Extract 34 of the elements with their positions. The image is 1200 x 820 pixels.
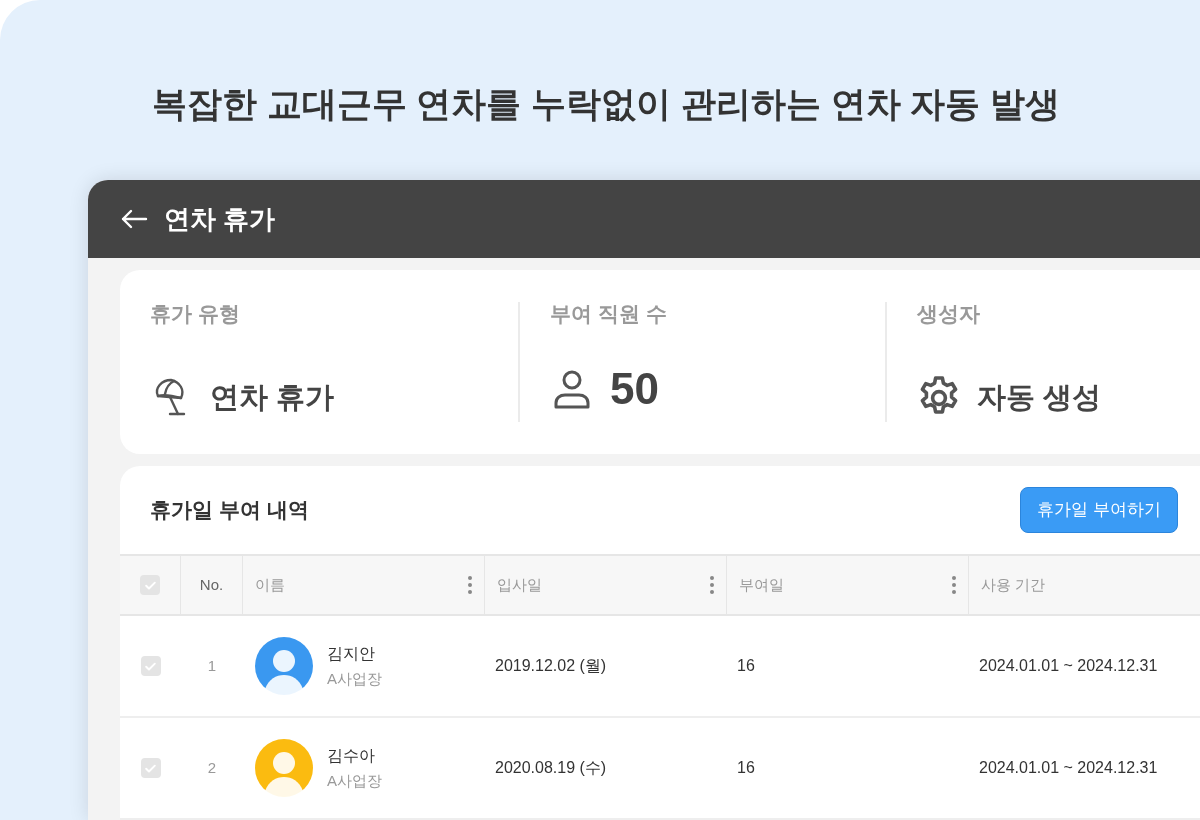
summary-label: 생성자 <box>917 301 981 327</box>
table-cell-text: 16 <box>736 758 756 778</box>
table-cell-text: 2019.12.02 (월) <box>494 656 608 676</box>
summary-label: 휴가 유형 <box>150 301 241 327</box>
table-cell-text: 2024.01.01 ~ 2024.12.31 <box>978 656 1159 676</box>
column-header: No. <box>199 574 224 595</box>
column-header: 이름 <box>255 574 285 595</box>
window-title: 연차 휴가 <box>164 202 276 236</box>
grant-leave-button[interactable]: 휴가일 부여하기 <box>1020 487 1178 533</box>
employee-name: 김지안 <box>327 643 376 664</box>
table-cell-text: 1 <box>206 655 218 676</box>
summary-value: 50 <box>610 363 659 415</box>
employee-site: A사업장 <box>327 770 382 791</box>
more-icon[interactable] <box>952 576 956 594</box>
summary-label: 부여 직원 수 <box>550 301 668 327</box>
checkbox[interactable] <box>140 575 160 595</box>
summary-value: 연차 휴가 <box>210 380 335 416</box>
table-cell-text: 2020.08.19 (수) <box>494 758 608 778</box>
column-header: 사용 기간 <box>981 574 1046 595</box>
employee-site: A사업장 <box>327 668 382 689</box>
checkbox[interactable] <box>140 656 161 676</box>
column-header: 부여일 <box>739 574 784 595</box>
section-title: 휴가일 부여 내역 <box>150 497 309 524</box>
back-arrow-icon[interactable] <box>120 208 148 230</box>
table-cell-text: 16 <box>736 656 756 676</box>
summary-value: 자동 생성 <box>977 380 1102 416</box>
table-cell-text: 2024.01.01 ~ 2024.12.31 <box>978 758 1159 778</box>
employee-name: 김수아 <box>327 745 376 766</box>
more-icon[interactable] <box>468 576 472 594</box>
column-header: 입사일 <box>497 574 542 595</box>
checkbox[interactable] <box>140 758 161 778</box>
headline: 복잡한 교대근무 연차를 누락없이 관리하는 연차 자동 발생 <box>152 83 1062 125</box>
table-cell-text: 2 <box>206 757 218 778</box>
more-icon[interactable] <box>710 576 714 594</box>
